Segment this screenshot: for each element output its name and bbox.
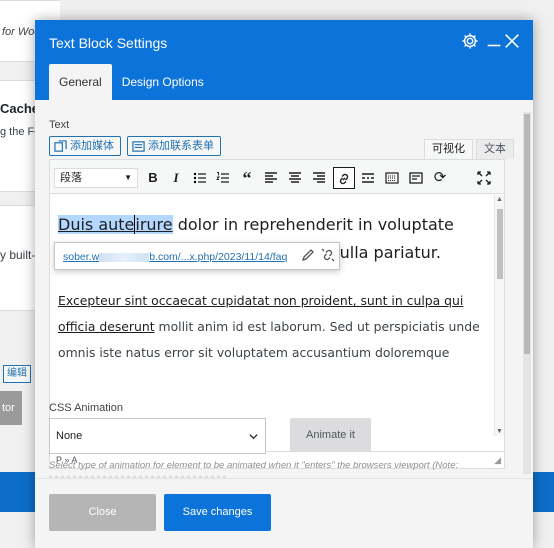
align-right-icon	[313, 172, 325, 183]
editor-content[interactable]: Duis auteirure dolor in reprehenderit in…	[50, 195, 504, 436]
bg-text-builtin: y built-	[0, 248, 36, 262]
modal-body: Text 添加媒体 添加联系表单 可视化 文本 段落 ▼ B I “ ⟳ Dui…	[35, 100, 533, 478]
read-more-button[interactable]	[357, 167, 379, 189]
settings-modal: Text Block Settings General Design Optio…	[35, 20, 533, 548]
text-field-label: Text	[49, 119, 70, 131]
bg-edit-button[interactable]: 编辑	[3, 365, 31, 383]
bold-button[interactable]: B	[142, 167, 164, 189]
add-media-button[interactable]: 添加媒体	[49, 136, 121, 156]
link-popover: sober.w b.com/...x.php/2023/11/14/faq	[54, 242, 340, 270]
add-form-button[interactable]: 添加联系表单	[127, 136, 221, 156]
minimize-icon[interactable]	[485, 32, 505, 52]
bullet-list-button[interactable]	[189, 167, 211, 189]
media-icon	[54, 139, 67, 152]
modal-scrollbar[interactable]	[523, 112, 531, 474]
chevron-down-icon: ▼	[124, 173, 132, 182]
keyboard-icon	[385, 172, 399, 184]
align-left-button[interactable]	[260, 167, 282, 189]
form-icon	[132, 140, 145, 152]
align-center-button[interactable]	[284, 167, 306, 189]
pencil-icon[interactable]	[301, 248, 317, 264]
italic-button[interactable]: I	[165, 167, 187, 189]
modal-footer: Close Save changes	[35, 478, 533, 548]
add-media-label: 添加媒体	[70, 140, 114, 152]
tab-text[interactable]: 文本	[476, 139, 514, 159]
link-url[interactable]: sober.w b.com/...x.php/2023/11/14/faq	[63, 251, 287, 263]
keyboard-button[interactable]	[381, 167, 403, 189]
css-animation-select[interactable]: None	[49, 418, 266, 454]
media-buttons: 添加媒体 添加联系表单	[49, 136, 221, 156]
align-left-icon	[265, 172, 277, 183]
link-icon	[339, 173, 349, 185]
numbered-list-button[interactable]	[212, 167, 234, 189]
bg-grey-button[interactable]: tor	[0, 391, 22, 425]
modal-tabs: General Design Options	[49, 64, 214, 100]
chevron-down-icon	[248, 419, 259, 456]
gear-icon[interactable]	[461, 32, 481, 52]
refresh-button[interactable]: ⟳	[429, 167, 451, 189]
read-more-icon	[362, 173, 374, 183]
tab-design-options[interactable]: Design Options	[112, 64, 214, 100]
scroll-down-icon[interactable]: ▼	[496, 428, 503, 435]
format-select[interactable]: 段落 ▼	[54, 168, 138, 188]
editor-scroll-thumb[interactable]	[497, 209, 503, 279]
editor-toolbar: 段落 ▼ B I “ ⟳	[50, 160, 504, 194]
form-embed-button[interactable]	[405, 167, 427, 189]
bg-heading-cache: Cache	[0, 101, 40, 116]
align-center-icon	[289, 172, 301, 183]
paragraph-1-line1-rest: dolor in reprehenderit in voluptate	[172, 215, 454, 234]
unlink-icon[interactable]	[321, 248, 337, 264]
css-animation-label: CSS Animation	[49, 402, 123, 414]
bullet-list-icon	[193, 172, 206, 184]
align-right-button[interactable]	[308, 167, 330, 189]
add-form-label: 添加联系表单	[148, 140, 214, 152]
numbered-list-icon	[216, 172, 229, 183]
fullscreen-icon	[477, 171, 491, 185]
save-changes-button[interactable]: Save changes	[164, 494, 271, 531]
fullscreen-button[interactable]	[473, 167, 495, 189]
blockquote-button[interactable]: “	[236, 167, 258, 189]
form-embed-icon	[409, 172, 423, 184]
animate-it-button[interactable]: Animate it	[290, 418, 371, 452]
scroll-up-icon[interactable]: ▲	[496, 196, 503, 203]
modal-scroll-thumb[interactable]	[524, 114, 530, 354]
insert-link-button[interactable]	[333, 167, 355, 189]
modal-title: Text Block Settings	[49, 35, 168, 51]
editor-scrollbar[interactable]: ▲ ▼	[494, 195, 504, 436]
paragraph-1-line2-end: nulla pariatur.	[329, 243, 441, 262]
selected-link-text-b: irure	[135, 215, 173, 234]
close-icon[interactable]	[503, 32, 523, 52]
tab-visual[interactable]: 可视化	[424, 139, 473, 159]
paragraph-2: Excepteur sint occaecat cupidatat non pr…	[58, 288, 498, 366]
editor-mode-tabs: 可视化 文本	[424, 139, 514, 159]
tab-general[interactable]: General	[49, 64, 112, 100]
modal-header: Text Block Settings General Design Optio…	[35, 20, 533, 100]
format-select-value: 段落	[60, 172, 82, 184]
close-button[interactable]: Close	[49, 494, 156, 531]
css-animation-value: None	[56, 430, 83, 442]
selected-link-text-a: Duis aute	[58, 215, 135, 234]
css-animation-help-text: Select type of animation for element to …	[49, 460, 459, 471]
